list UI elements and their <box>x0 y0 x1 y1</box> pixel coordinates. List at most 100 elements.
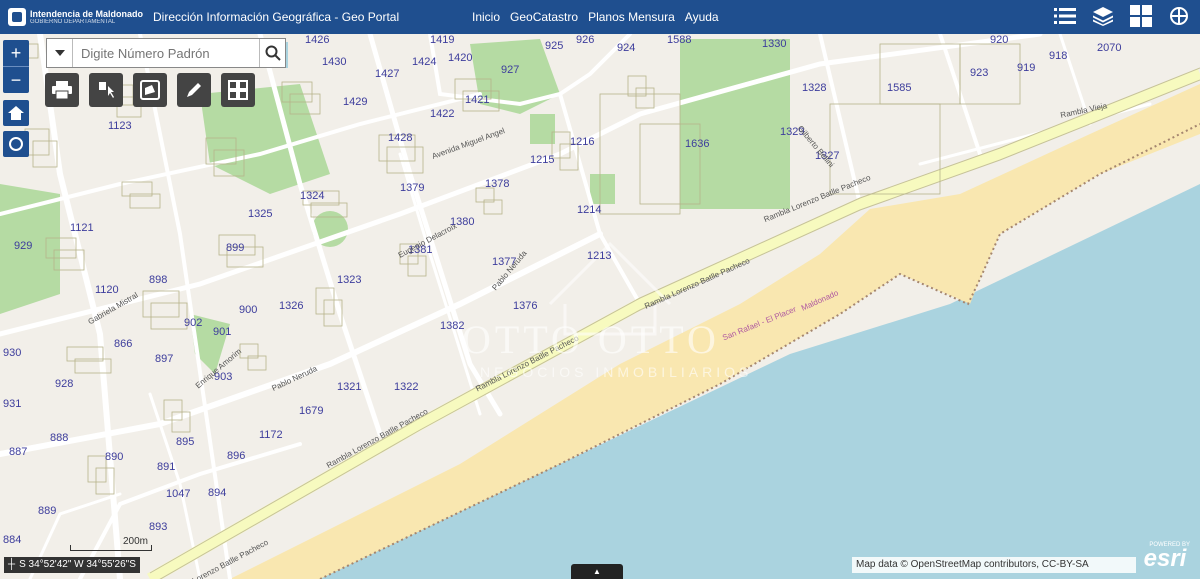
parcel-label[interactable]: 1323 <box>337 274 361 286</box>
parcel-label[interactable]: 1172 <box>259 429 283 441</box>
parcel-label[interactable]: 1679 <box>299 405 323 417</box>
nav-geocatastro[interactable]: GeoCatastro <box>510 10 578 24</box>
esri-logo[interactable]: POWERED BY esri <box>1136 542 1194 574</box>
parcel-label[interactable]: 1382 <box>440 320 464 332</box>
parcel-label[interactable]: 887 <box>9 446 27 458</box>
parcel-label[interactable]: 1214 <box>577 204 601 216</box>
print-button[interactable] <box>45 73 79 107</box>
nav-inicio[interactable]: Inicio <box>472 10 500 24</box>
parcel-label[interactable]: 918 <box>1049 50 1067 62</box>
parcel-label[interactable]: 1325 <box>248 208 272 220</box>
watermark-text: OTTO OTTO <box>462 317 720 362</box>
parcel-label[interactable]: 902 <box>184 317 202 329</box>
coordinate-readout[interactable]: ┼ S 34°52'42" W 34°55'26"S <box>4 557 140 573</box>
parcel-label[interactable]: 898 <box>149 274 167 286</box>
measure-area-icon <box>140 80 160 100</box>
parcel-label[interactable]: 1330 <box>762 38 786 50</box>
search-input[interactable] <box>73 39 259 67</box>
search-button[interactable] <box>259 39 285 67</box>
parcel-label[interactable]: 884 <box>3 534 21 546</box>
parcel-label[interactable]: 1216 <box>570 136 594 148</box>
parcel-label[interactable]: 899 <box>226 242 244 254</box>
esri-brand: esri <box>1143 545 1187 572</box>
search-icon <box>265 45 281 61</box>
expand-panel-button[interactable]: ▲ <box>571 564 623 579</box>
parcel-label[interactable]: 1430 <box>322 56 346 68</box>
parcel-label[interactable]: 925 <box>545 40 563 52</box>
parcel-label[interactable]: 1424 <box>412 56 436 68</box>
zoom-in-button[interactable]: + <box>3 40 29 67</box>
parcel-label[interactable]: 1322 <box>394 381 418 393</box>
layers-icon[interactable] <box>1090 3 1116 29</box>
top-nav: Inicio GeoCatastro Planos Mensura Ayuda <box>472 0 719 34</box>
parcel-label[interactable]: 931 <box>3 398 21 410</box>
parcel-label[interactable]: 1429 <box>343 96 367 108</box>
parcel-label[interactable]: 893 <box>149 521 167 533</box>
basemap-icon <box>228 80 248 100</box>
parcel-label[interactable]: 888 <box>50 432 68 444</box>
identify-button[interactable] <box>89 73 123 107</box>
parcel-label[interactable]: 920 <box>990 34 1008 46</box>
parcel-label[interactable]: 894 <box>208 487 226 499</box>
map-share-icon[interactable] <box>1166 3 1192 29</box>
parcel-label[interactable]: 1376 <box>513 300 537 312</box>
measure-area-button[interactable] <box>133 73 167 107</box>
parcel-label[interactable]: 1426 <box>305 34 329 46</box>
draw-button[interactable] <box>177 73 211 107</box>
basemap-button[interactable] <box>221 73 255 107</box>
app-title: Dirección Información Geográfica - Geo P… <box>153 10 400 24</box>
scale-bar: 200m <box>70 536 152 551</box>
parcel-label[interactable]: 900 <box>239 304 257 316</box>
parcel-label[interactable]: 1378 <box>485 178 509 190</box>
map-canvas[interactable]: 1426 1430 1419 925 926 924 1588 1330 920 2070 1427… <box>0 34 1200 579</box>
parcel-label[interactable]: 2070 <box>1097 42 1121 54</box>
search-source-dropdown[interactable] <box>47 39 73 67</box>
parcel-label[interactable]: 1419 <box>430 34 454 46</box>
parcel-label[interactable]: 1324 <box>300 190 324 202</box>
home-button[interactable] <box>3 100 29 126</box>
parcel-label[interactable]: 923 <box>970 67 988 79</box>
parcel-label[interactable]: 1585 <box>887 82 911 94</box>
parcel-label[interactable]: 1120 <box>95 284 119 296</box>
org-sub: GOBIERNO DEPARTAMENTAL <box>30 19 116 25</box>
print-icon <box>52 81 72 99</box>
parcel-label[interactable]: 901 <box>213 326 231 338</box>
parcel-label[interactable]: 927 <box>501 64 519 76</box>
parcel-label[interactable]: 928 <box>55 378 73 390</box>
parcel-label[interactable]: 891 <box>157 461 175 473</box>
parcel-label[interactable]: 1427 <box>375 68 399 80</box>
parcel-label[interactable]: 1215 <box>530 154 554 166</box>
parcel-label[interactable]: 1047 <box>166 488 190 500</box>
parcel-label[interactable]: 1588 <box>667 34 691 46</box>
parcel-label[interactable]: 1326 <box>279 300 303 312</box>
parcel-label[interactable]: 890 <box>105 451 123 463</box>
parcel-label[interactable]: 1379 <box>400 182 424 194</box>
nav-planos-mensura[interactable]: Planos Mensura <box>588 10 675 24</box>
parcel-label[interactable]: 897 <box>155 353 173 365</box>
parcel-label[interactable]: 1123 <box>108 120 132 132</box>
parcel-label[interactable]: 924 <box>617 42 635 54</box>
parcel-label[interactable]: 926 <box>576 34 594 46</box>
parcel-label[interactable]: 866 <box>114 338 132 350</box>
parcel-label[interactable]: 896 <box>227 450 245 462</box>
parcel-label[interactable]: 895 <box>176 436 194 448</box>
parcel-label[interactable]: 1321 <box>337 381 361 393</box>
parcel-label[interactable]: 930 <box>3 347 21 359</box>
parcel-label[interactable]: 1328 <box>802 82 826 94</box>
parcel-label[interactable]: 1422 <box>430 108 454 120</box>
grid-icon[interactable] <box>1128 3 1154 29</box>
parcel-label[interactable]: 1636 <box>685 138 709 150</box>
parcel-label[interactable]: 1428 <box>388 132 412 144</box>
locate-button[interactable] <box>3 131 29 157</box>
parcel-label[interactable]: 889 <box>38 505 56 517</box>
parcel-label[interactable]: 929 <box>14 240 32 252</box>
list-icon[interactable] <box>1052 3 1078 29</box>
org-logo[interactable]: Intendencia de Maldonado GOBIERNO DEPART… <box>8 8 143 26</box>
nav-ayuda[interactable]: Ayuda <box>685 10 719 24</box>
parcel-label[interactable]: 1421 <box>465 94 489 106</box>
parcel-label[interactable]: 1213 <box>587 250 611 262</box>
parcel-label[interactable]: 919 <box>1017 62 1035 74</box>
parcel-label[interactable]: 1121 <box>70 222 94 234</box>
parcel-label[interactable]: 1420 <box>448 52 472 64</box>
zoom-out-button[interactable]: − <box>3 67 29 93</box>
